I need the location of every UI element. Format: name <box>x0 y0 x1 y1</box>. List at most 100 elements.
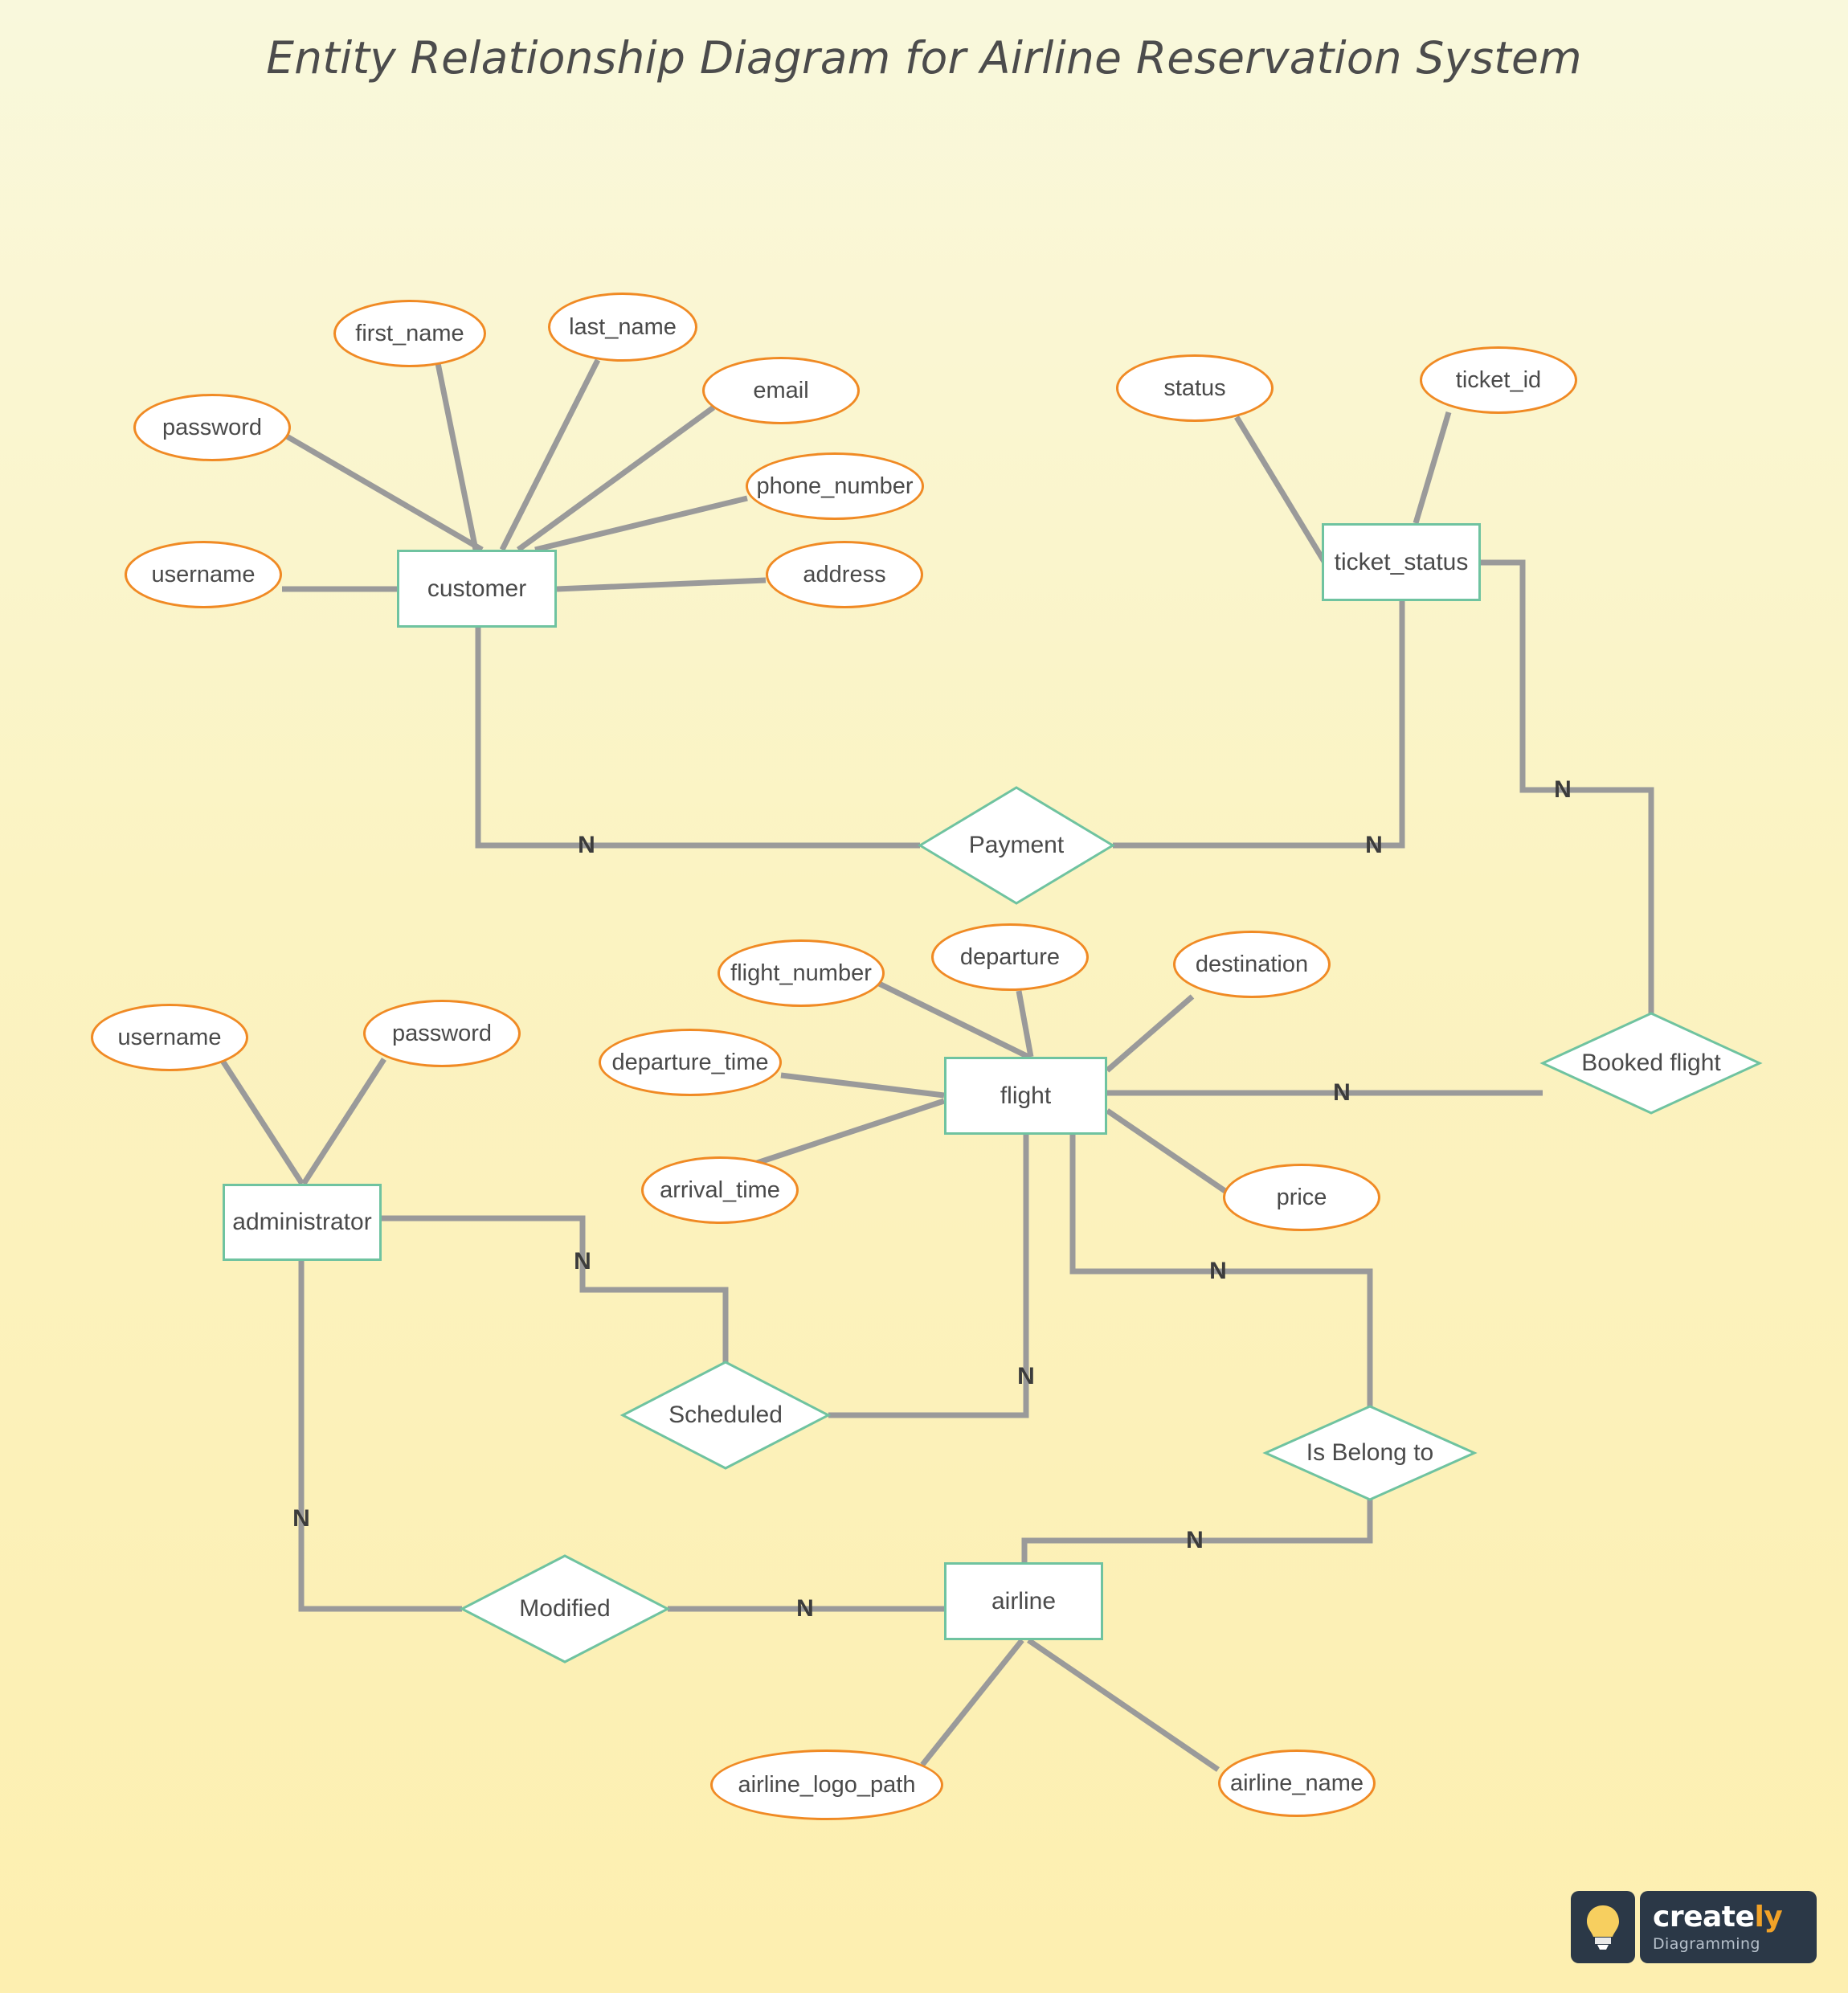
entity-administrator-label: administrator <box>232 1209 372 1235</box>
creately-word-accent: ly <box>1754 1900 1783 1934</box>
attribute-departure-label: departure <box>959 943 1061 970</box>
entity-ticket-status[interactable]: ticket_status <box>1322 523 1481 601</box>
er-diagram-canvas: Entity Relationship Diagram for Airline … <box>0 0 1848 1993</box>
attribute-flight-number-label: flight_number <box>730 960 872 986</box>
attribute-departure-time-label: departure_time <box>611 1049 769 1075</box>
cardinality-flight-booked-flight: N <box>1333 1079 1351 1106</box>
attribute-price-label: price <box>1276 1184 1327 1210</box>
edge-flight-departure <box>1016 990 1034 1058</box>
edge-customer-last-name <box>499 358 601 551</box>
edge-customer-address <box>556 577 767 592</box>
page-title: Entity Relationship Diagram for Airline … <box>266 32 1582 84</box>
diamond-scheduled <box>619 1361 832 1470</box>
attribute-airline-name[interactable]: airline_name <box>1218 1750 1376 1817</box>
edge-airline-name <box>1027 1638 1220 1772</box>
cardinality-airline-modified: N <box>796 1595 814 1622</box>
relationship-booked-flight[interactable]: Booked flight <box>1543 1031 1760 1095</box>
cardinality-ticket-status-booked-flight: N <box>1554 776 1572 803</box>
attribute-price[interactable]: price <box>1223 1164 1380 1231</box>
relationship-diamonds <box>459 786 1763 1664</box>
edge-ticketstatus-ticket-id <box>1413 411 1452 524</box>
edge-flight-flight-number <box>874 979 1030 1060</box>
attribute-departure[interactable]: departure <box>931 923 1089 991</box>
edge-customer-password <box>285 433 484 553</box>
diamond-modified <box>459 1554 671 1664</box>
attribute-address[interactable]: address <box>766 541 923 608</box>
relationship-scheduled[interactable]: Scheduled <box>623 1383 828 1447</box>
relationship-payment-label: Payment <box>968 832 1065 858</box>
entity-airline[interactable]: airline <box>944 1562 1103 1640</box>
relationship-is-belong-to[interactable]: Is Belong to <box>1265 1421 1474 1485</box>
attribute-email[interactable]: email <box>702 357 860 424</box>
attribute-status[interactable]: status <box>1116 354 1274 422</box>
attribute-ticket-id[interactable]: ticket_id <box>1420 346 1577 414</box>
relationship-modified[interactable]: Modified <box>462 1577 668 1641</box>
creately-wordmark: creately Diagramming <box>1640 1891 1817 1963</box>
edge-ticketstatus-status <box>1234 415 1328 566</box>
attribute-phone-number[interactable]: phone_number <box>746 452 924 520</box>
connector-layer <box>220 358 1763 1772</box>
attribute-username-administrator[interactable]: username <box>91 1004 248 1071</box>
creately-subtitle: Diagramming <box>1653 1934 1760 1953</box>
cardinality-ticket-status-payment: N <box>1365 832 1383 858</box>
diamond-is-belong-to <box>1262 1405 1478 1501</box>
attribute-status-label: status <box>1163 374 1226 401</box>
attribute-first-name-label: first_name <box>355 320 464 346</box>
diamond-payment <box>918 786 1115 905</box>
attribute-password-customer[interactable]: password <box>133 394 291 461</box>
relationship-modified-label: Modified <box>519 1595 611 1622</box>
cardinality-administrator-modified: N <box>292 1505 310 1532</box>
attribute-flight-number[interactable]: flight_number <box>718 939 885 1007</box>
edge-airline-logo-path <box>920 1638 1024 1767</box>
creately-watermark[interactable]: creately Diagramming <box>1571 1891 1817 1963</box>
attribute-arrival-time-label: arrival_time <box>660 1177 780 1203</box>
edge-flight-arrival-time <box>731 1098 946 1174</box>
edge-admin-username <box>220 1059 305 1185</box>
edge-admin-password <box>301 1058 386 1185</box>
edge-flight-scheduled <box>828 1135 1029 1418</box>
edge-customer-phone <box>534 495 748 553</box>
edge-flight-departure-time <box>780 1072 945 1099</box>
cardinality-flight-scheduled: N <box>1017 1363 1035 1389</box>
relationship-is-belong-to-label: Is Belong to <box>1306 1439 1434 1466</box>
attribute-departure-time[interactable]: departure_time <box>599 1029 782 1096</box>
diamond-booked-flight <box>1539 1012 1763 1115</box>
attribute-last-name[interactable]: last_name <box>548 293 697 362</box>
relationship-payment[interactable]: Payment <box>920 813 1113 878</box>
attribute-username-customer-label: username <box>151 561 256 587</box>
attribute-airline-logo-path-label: airline_logo_path <box>738 1771 916 1798</box>
attribute-phone-number-label: phone_number <box>756 473 914 499</box>
cardinality-administrator-scheduled: N <box>574 1248 591 1275</box>
lightbulb-icon <box>1587 1905 1619 1950</box>
entity-flight[interactable]: flight <box>944 1057 1107 1135</box>
edge-customer-first-name <box>435 362 479 550</box>
attribute-email-label: email <box>753 377 809 403</box>
attribute-username-customer[interactable]: username <box>125 541 282 608</box>
edge-flight-price <box>1106 1108 1233 1197</box>
entity-customer[interactable]: customer <box>397 550 557 628</box>
relationship-scheduled-label: Scheduled <box>668 1402 783 1428</box>
attribute-first-name[interactable]: first_name <box>333 300 486 367</box>
cardinality-flight-is-belong-to: N <box>1209 1258 1227 1284</box>
attribute-arrival-time[interactable]: arrival_time <box>641 1156 799 1224</box>
edge-admin-modified <box>298 1261 462 1612</box>
cardinality-airline-is-belong-to: N <box>1186 1527 1204 1553</box>
attribute-airline-logo-path[interactable]: airline_logo_path <box>710 1750 943 1820</box>
lightbulb-icon-container <box>1571 1891 1635 1963</box>
attribute-destination[interactable]: destination <box>1173 931 1331 998</box>
relationship-booked-flight-label: Booked flight <box>1581 1050 1721 1076</box>
entity-administrator[interactable]: administrator <box>223 1184 382 1261</box>
edge-flight-destination <box>1105 994 1195 1073</box>
edge-ticketstatus-payment <box>1113 601 1405 849</box>
creately-word: creately <box>1653 1900 1783 1934</box>
entity-flight-label: flight <box>1000 1082 1052 1109</box>
creately-word-main: create <box>1653 1900 1755 1934</box>
edge-customer-payment <box>475 628 920 849</box>
entity-ticket-status-label: ticket_status <box>1334 548 1469 575</box>
attribute-password-administrator-label: password <box>391 1020 493 1046</box>
attribute-password-administrator[interactable]: password <box>363 1000 521 1067</box>
attribute-ticket-id-label: ticket_id <box>1455 366 1542 393</box>
attribute-airline-name-label: airline_name <box>1229 1770 1364 1796</box>
attribute-last-name-label: last_name <box>569 313 677 340</box>
attribute-destination-label: destination <box>1195 951 1309 977</box>
